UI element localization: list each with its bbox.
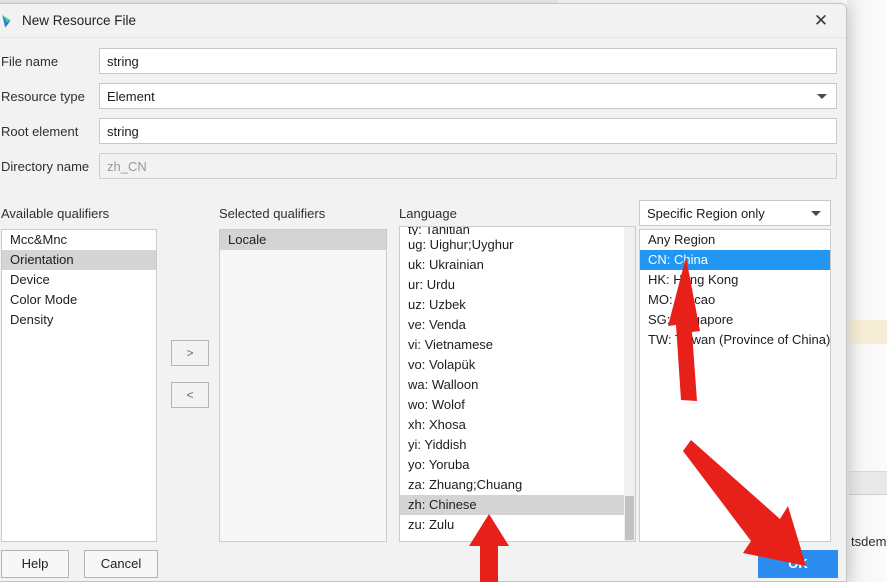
list-item-selected[interactable]: zh: Chinese [400, 495, 635, 515]
resource-type-select[interactable]: Element [99, 83, 837, 109]
region-mode-value: Specific Region only [647, 206, 765, 221]
resource-type-value: Element [107, 89, 155, 104]
available-qualifiers-heading: Available qualifiers [1, 206, 110, 221]
list-item[interactable]: Device [2, 270, 156, 290]
language-list-scrollbar-thumb[interactable] [625, 496, 634, 540]
selected-qualifiers-heading: Selected qualifiers [219, 206, 326, 221]
selected-qualifiers-list[interactable]: Locale [219, 229, 387, 542]
add-qualifier-button[interactable]: > [171, 340, 209, 366]
directory-name-input[interactable]: zh_CN [99, 153, 837, 179]
list-item[interactable]: HK: Hong Kong [640, 270, 830, 290]
list-item[interactable]: zu: Zulu [400, 515, 635, 535]
list-item[interactable]: Any Region [640, 230, 830, 250]
list-item[interactable]: vo: Volapük [400, 355, 635, 375]
list-item-clipped[interactable]: ty: Tahitian [400, 227, 635, 235]
available-qualifiers-list[interactable]: Mcc&Mnc Orientation Device Color Mode De… [1, 229, 157, 542]
android-studio-icon [2, 15, 11, 28]
new-resource-file-dialog: New Resource File ✕ File name string Res… [0, 3, 847, 582]
list-item[interactable]: ve: Venda [400, 315, 635, 335]
remove-qualifier-button[interactable]: < [171, 382, 209, 408]
list-item[interactable]: ur: Urdu [400, 275, 635, 295]
list-item[interactable]: yo: Yoruba [400, 455, 635, 475]
list-item[interactable]: uz: Uzbek [400, 295, 635, 315]
list-item[interactable]: yi: Yiddish [400, 435, 635, 455]
list-item[interactable]: vi: Vietnamese [400, 335, 635, 355]
resource-type-label: Resource type [1, 89, 85, 104]
help-button[interactable]: Help [1, 550, 69, 578]
background-separator-bottom [849, 494, 887, 495]
language-heading: Language [399, 206, 457, 221]
list-item[interactable]: Color Mode [2, 290, 156, 310]
root-element-label: Root element [1, 124, 79, 139]
file-name-input[interactable]: string [99, 48, 837, 74]
list-item[interactable]: za: Zhuang;Chuang [400, 475, 635, 495]
language-list[interactable]: ty: Tahitian ug: Uighur;Uyghur uk: Ukrai… [399, 226, 636, 542]
chevron-down-icon [811, 211, 821, 216]
chevron-down-icon [817, 94, 827, 99]
file-name-label: File name [1, 54, 59, 69]
background-edge-label: tsdemo [851, 534, 887, 549]
close-icon[interactable]: ✕ [810, 10, 832, 32]
list-item[interactable]: wo: Wolof [400, 395, 635, 415]
list-item[interactable]: uk: Ukrainian [400, 255, 635, 275]
list-item-selected[interactable]: CN: China [640, 250, 830, 270]
list-item[interactable]: ug: Uighur;Uyghur [400, 235, 635, 255]
root-element-input[interactable]: string [99, 118, 837, 144]
list-item[interactable]: Locale [220, 230, 386, 250]
list-item[interactable]: xh: Xhosa [400, 415, 635, 435]
dialog-title: New Resource File [22, 13, 137, 28]
background-toolbar-band [849, 472, 887, 494]
list-item[interactable]: Mcc&Mnc [2, 230, 156, 250]
language-list-scrollbar[interactable] [624, 227, 635, 541]
background-highlight-band [849, 320, 887, 344]
region-mode-select[interactable]: Specific Region only [639, 200, 831, 226]
list-item[interactable]: TW: Taiwan (Province of China) [640, 330, 830, 350]
dialog-titlebar: New Resource File ✕ [0, 4, 846, 38]
directory-name-label: Directory name [1, 159, 90, 174]
list-item[interactable]: Orientation [2, 250, 156, 270]
list-item[interactable]: wa: Walloon [400, 375, 635, 395]
list-item[interactable]: SG: Singapore [640, 310, 830, 330]
list-item[interactable]: Density [2, 310, 156, 330]
ok-button[interactable]: OK [758, 550, 838, 578]
region-list[interactable]: Any Region CN: China HK: Hong Kong MO: M… [639, 229, 831, 542]
list-item[interactable]: MO: Macao [640, 290, 830, 310]
cancel-button[interactable]: Cancel [84, 550, 158, 578]
